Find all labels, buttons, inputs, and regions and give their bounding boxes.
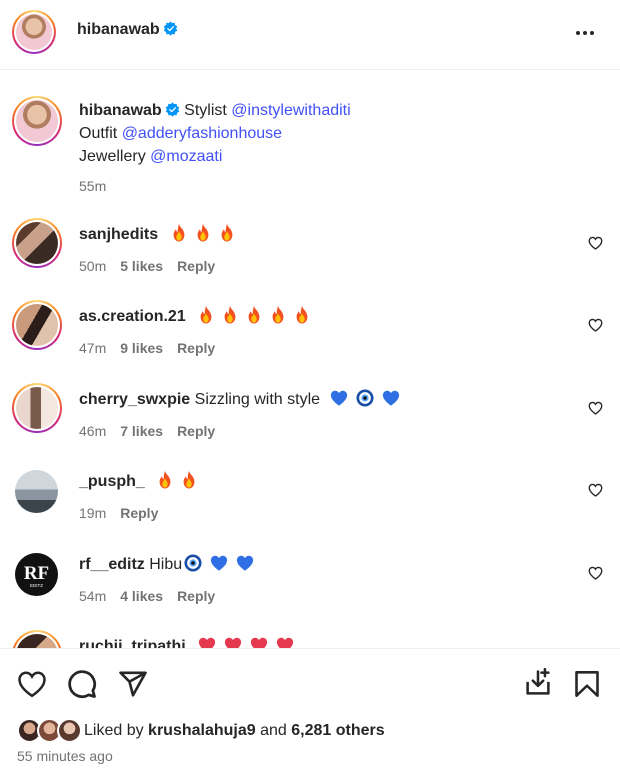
blue-heart-icon <box>236 554 254 572</box>
caption-time: 55m <box>79 178 107 194</box>
reply-button[interactable]: Reply <box>177 258 215 274</box>
bookmark-icon[interactable] <box>574 670 600 698</box>
comment-text: Hibu <box>149 556 183 573</box>
blue-heart-icon <box>210 554 228 572</box>
comment-username[interactable]: _pusph_ <box>79 473 145 490</box>
nazar-amulet-icon <box>356 389 374 407</box>
red-heart-icon <box>276 636 294 648</box>
blue-heart-icon <box>382 389 400 407</box>
commenter-avatar[interactable] <box>12 383 62 433</box>
fire-icon <box>195 224 211 242</box>
caption-text: Jewellery <box>79 148 146 165</box>
fire-icon <box>181 471 197 489</box>
commenter-avatar[interactable] <box>12 630 62 648</box>
caption-text: Outfit <box>79 125 118 142</box>
liked-by-summary[interactable]: Liked by krushalahuja9 and 6,281 others <box>84 722 385 740</box>
comment-time: 50m <box>79 258 107 274</box>
save-download-icon[interactable] <box>524 668 552 698</box>
comment-username[interactable]: cherry_swxpie <box>79 391 190 408</box>
more-options-icon[interactable] <box>574 22 598 42</box>
fire-icon <box>222 306 238 324</box>
commenter-avatar[interactable] <box>12 218 62 268</box>
red-heart-icon <box>224 636 242 648</box>
fire-icon <box>246 306 262 324</box>
comment-username[interactable]: sanjhedits <box>79 226 158 243</box>
comment-like-heart-icon[interactable] <box>588 401 603 415</box>
commenter-avatar[interactable] <box>15 470 58 513</box>
comment-username[interactable]: ruchii_tripathi <box>79 638 186 648</box>
commenter-avatar[interactable] <box>12 300 62 350</box>
nazar-amulet-icon <box>184 554 202 572</box>
comment-time: 46m <box>79 423 107 439</box>
caption-username[interactable]: hibanawab <box>79 102 162 119</box>
fire-icon <box>219 224 235 242</box>
comment-time: 54m <box>79 588 107 604</box>
likes-count[interactable]: 6,281 others <box>291 722 384 739</box>
author-avatar[interactable] <box>12 10 56 54</box>
comment-item: cherry_swxpie Sizzling with style 46m 7 l… <box>0 383 620 453</box>
comment-item: sanjhedits 50m 5 likes Reply <box>0 218 620 288</box>
liked-by-user[interactable]: krushalahuja9 <box>148 722 256 739</box>
author-username[interactable]: hibanawab <box>77 21 178 39</box>
fire-icon <box>294 306 310 324</box>
fire-icon <box>157 471 173 489</box>
comment-likes[interactable]: 4 likes <box>120 588 163 604</box>
comment-item: RF EDITZ rf__editz Hibu 54m 4 likes Reply <box>0 548 620 618</box>
mention-link[interactable]: @mozaati <box>150 148 222 165</box>
comment-likes[interactable]: 7 likes <box>120 423 163 439</box>
comment-like-heart-icon[interactable] <box>588 236 603 250</box>
liker-avatar <box>57 718 82 743</box>
svg-text:EDITZ: EDITZ <box>30 583 43 588</box>
comment-time: 19m <box>79 505 107 521</box>
post-actions-bar: Liked by krushalahuja9 and 6,281 others … <box>0 648 620 777</box>
caption-text: Stylist <box>184 102 227 119</box>
reply-button[interactable]: Reply <box>177 588 215 604</box>
comment-like-heart-icon[interactable] <box>588 483 603 497</box>
svg-text:RF: RF <box>24 563 49 584</box>
rf-editz-logo: RF EDITZ <box>24 563 49 588</box>
comment-time: 47m <box>79 340 107 356</box>
comment-username[interactable]: rf__editz <box>79 556 145 573</box>
reply-button[interactable]: Reply <box>120 505 158 521</box>
fire-icon <box>198 306 214 324</box>
fire-icon <box>270 306 286 324</box>
comment-username[interactable]: as.creation.21 <box>79 308 186 325</box>
comment-text: Sizzling with style <box>194 391 321 408</box>
comment-likes[interactable]: 5 likes <box>120 258 163 274</box>
comment-likes[interactable]: 9 likes <box>120 340 163 356</box>
reply-button[interactable]: Reply <box>177 423 215 439</box>
mention-link[interactable]: @adderyfashionhouse <box>122 125 282 142</box>
comment-item: _pusph_ 19m Reply <box>0 465 620 535</box>
caption-author-avatar[interactable] <box>12 96 62 146</box>
red-heart-icon <box>198 636 216 648</box>
comment-item: ruchii_tripathi <box>0 630 620 648</box>
blue-heart-icon <box>330 389 348 407</box>
post-time: 55 minutes ago <box>17 748 113 764</box>
verified-badge-icon <box>163 21 177 36</box>
reply-button[interactable]: Reply <box>177 340 215 356</box>
comment-item: as.creation.21 47m 9 likes Reply <box>0 300 620 370</box>
comment-icon[interactable] <box>67 669 97 699</box>
post-header: hibanawab <box>0 0 620 70</box>
mention-link[interactable]: @instylewithaditi <box>231 102 350 119</box>
red-heart-icon <box>250 636 268 648</box>
post-caption: hibanawab Stylist @instylewithaditi Outf… <box>0 94 620 204</box>
commenter-avatar[interactable]: RF EDITZ <box>15 553 58 596</box>
heart-icon[interactable] <box>17 670 47 698</box>
comment-like-heart-icon[interactable] <box>588 566 603 580</box>
comment-like-heart-icon[interactable] <box>588 318 603 332</box>
comments-list[interactable]: hibanawab Stylist @instylewithaditi Outf… <box>0 71 620 648</box>
verified-badge-icon <box>165 102 179 117</box>
fire-icon <box>171 224 187 242</box>
share-icon[interactable] <box>118 669 148 699</box>
